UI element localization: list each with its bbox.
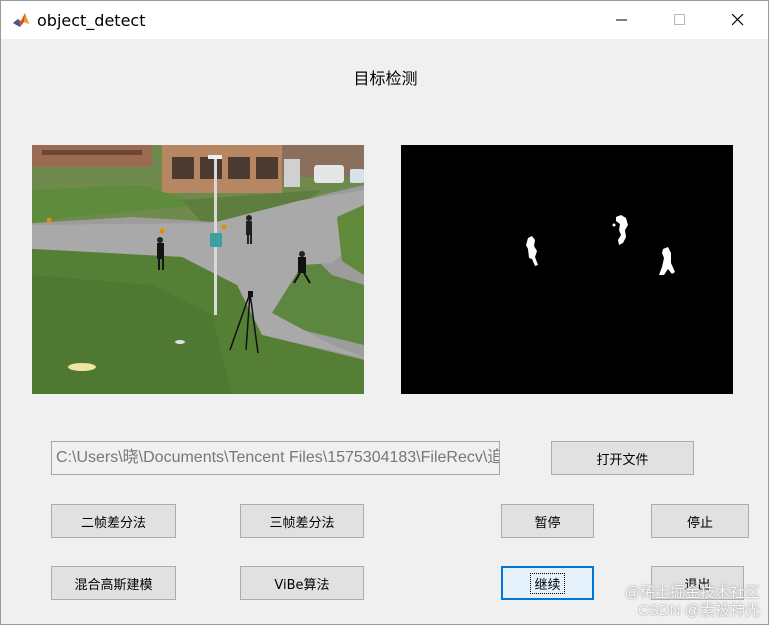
surveillance-frame-image: [32, 145, 364, 394]
two-frame-diff-label: 二帧差分法: [80, 515, 146, 531]
watermark-line-1: @稀土掘金技术社区: [624, 584, 760, 601]
vibe-label: ViBe算法: [274, 577, 330, 593]
pause-label: 暂停: [534, 515, 561, 531]
file-path-field[interactable]: C:\Users\晓\Documents\Tencent Files\15753…: [51, 441, 500, 475]
title-bar[interactable]: object_detect: [1, 1, 768, 39]
pause-button[interactable]: 暂停: [501, 504, 594, 538]
open-file-label: 打开文件: [596, 452, 649, 468]
gmm-button[interactable]: 混合高斯建模: [51, 566, 176, 600]
foreground-mask-view: [401, 145, 733, 394]
three-frame-diff-label: 三帧差分法: [269, 515, 335, 531]
watermark: @稀土掘金技术社区 CSDN @素被神光: [625, 584, 760, 620]
vibe-button[interactable]: ViBe算法: [240, 566, 364, 600]
close-button[interactable]: [715, 1, 761, 39]
app-window: object_detect 目标检测 C:\Users\晓\Documents\…: [0, 0, 769, 625]
resume-label: 继续: [530, 572, 565, 594]
video-frame-view: [32, 145, 364, 394]
resume-button[interactable]: 继续: [501, 566, 594, 600]
gmm-label: 混合高斯建模: [74, 577, 153, 593]
stop-button[interactable]: 停止: [651, 504, 749, 538]
page-title: 目标检测: [353, 69, 418, 88]
detection-mask-image: [526, 215, 675, 275]
maximize-icon: [674, 14, 685, 25]
three-frame-diff-button[interactable]: 三帧差分法: [240, 504, 364, 538]
stop-label: 停止: [686, 515, 713, 531]
window-title: object_detect: [37, 11, 146, 30]
matlab-icon: [11, 10, 31, 30]
minimize-button[interactable]: [599, 1, 645, 39]
two-frame-diff-button[interactable]: 二帧差分法: [51, 504, 176, 538]
watermark-line-2: CSDN @素被神光: [638, 602, 760, 619]
maximize-button[interactable]: [657, 1, 703, 39]
open-file-button[interactable]: 打开文件: [551, 441, 694, 475]
minimize-icon: [616, 19, 627, 21]
close-icon: [732, 14, 744, 26]
